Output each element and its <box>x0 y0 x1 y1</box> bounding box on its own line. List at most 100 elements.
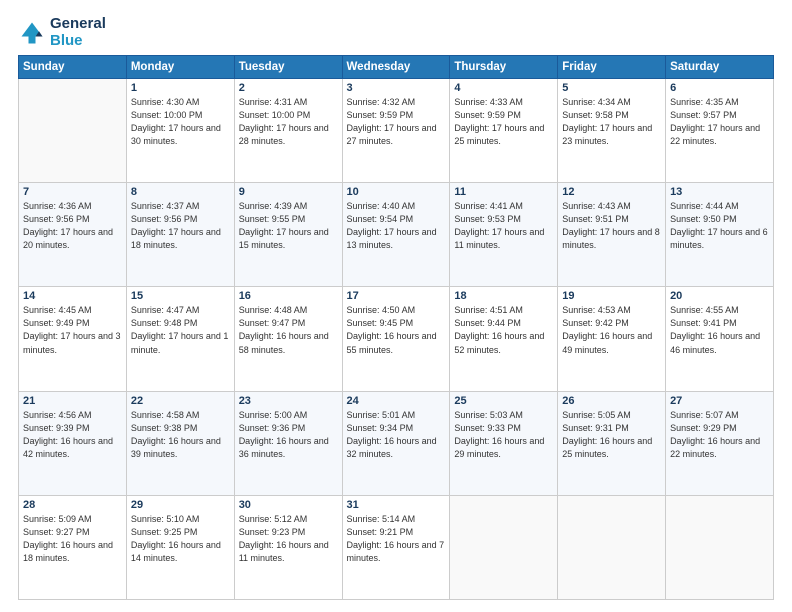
week-row-2: 7 Sunrise: 4:36 AMSunset: 9:56 PMDaylight… <box>19 183 774 287</box>
day-header-wednesday: Wednesday <box>342 56 450 79</box>
week-row-1: 1 Sunrise: 4:30 AMSunset: 10:00 PMDayligh… <box>19 79 774 183</box>
calendar-cell: 7 Sunrise: 4:36 AMSunset: 9:56 PMDaylight… <box>19 183 127 287</box>
calendar-cell: 23 Sunrise: 5:00 AMSunset: 9:36 PMDayligh… <box>234 391 342 495</box>
day-number: 17 <box>347 290 446 302</box>
cell-content: Sunrise: 4:53 AMSunset: 9:42 PMDaylight:… <box>562 304 661 356</box>
day-number: 20 <box>670 290 769 302</box>
day-number: 23 <box>239 395 338 407</box>
calendar-cell <box>666 495 774 599</box>
week-row-5: 28 Sunrise: 5:09 AMSunset: 9:27 PMDayligh… <box>19 495 774 599</box>
cell-content: Sunrise: 5:12 AMSunset: 9:23 PMDaylight:… <box>239 513 338 565</box>
day-number: 16 <box>239 290 338 302</box>
logo: General Blue <box>18 16 106 49</box>
calendar-cell: 24 Sunrise: 5:01 AMSunset: 9:34 PMDayligh… <box>342 391 450 495</box>
day-header-thursday: Thursday <box>450 56 558 79</box>
cell-content: Sunrise: 4:39 AMSunset: 9:55 PMDaylight:… <box>239 200 338 252</box>
cell-content: Sunrise: 4:56 AMSunset: 9:39 PMDaylight:… <box>23 409 122 461</box>
calendar-cell: 11Sunrise: 4:41 AMSunset: 9:53 PMDayligh… <box>450 183 558 287</box>
cell-content: Sunrise: 4:43 AMSunset: 9:51 PMDaylight:… <box>562 200 661 252</box>
calendar-cell: 5 Sunrise: 4:34 AMSunset: 9:58 PMDaylight… <box>558 79 666 183</box>
cell-content: Sunrise: 4:51 AMSunset: 9:44 PMDaylight:… <box>454 304 553 356</box>
calendar-cell: 30Sunrise: 5:12 AMSunset: 9:23 PMDayligh… <box>234 495 342 599</box>
day-number: 22 <box>131 395 230 407</box>
cell-content: Sunrise: 5:01 AMSunset: 9:34 PMDaylight:… <box>347 409 446 461</box>
cell-content: Sunrise: 5:03 AMSunset: 9:33 PMDaylight:… <box>454 409 553 461</box>
day-number: 25 <box>454 395 553 407</box>
cell-content: Sunrise: 4:31 AMSunset: 10:00 PMDaylight… <box>239 96 338 148</box>
day-number: 13 <box>670 186 769 198</box>
day-number: 12 <box>562 186 661 198</box>
calendar-cell: 9Sunrise: 4:39 AMSunset: 9:55 PMDaylight… <box>234 183 342 287</box>
cell-content: Sunrise: 4:41 AMSunset: 9:53 PMDaylight:… <box>454 200 553 252</box>
calendar-cell: 3 Sunrise: 4:32 AMSunset: 9:59 PMDaylight… <box>342 79 450 183</box>
calendar-header-row: SundayMondayTuesdayWednesdayThursdayFrid… <box>19 56 774 79</box>
day-number: 10 <box>347 186 446 198</box>
day-number: 1 <box>131 82 230 94</box>
cell-content: Sunrise: 4:35 AMSunset: 9:57 PMDaylight:… <box>670 96 769 148</box>
day-number: 6 <box>670 82 769 94</box>
calendar-cell: 6 Sunrise: 4:35 AMSunset: 9:57 PMDaylight… <box>666 79 774 183</box>
day-header-friday: Friday <box>558 56 666 79</box>
cell-content: Sunrise: 4:33 AMSunset: 9:59 PMDaylight:… <box>454 96 553 148</box>
calendar-cell: 22 Sunrise: 4:58 AMSunset: 9:38 PMDayligh… <box>126 391 234 495</box>
day-number: 19 <box>562 290 661 302</box>
cell-content: Sunrise: 5:14 AMSunset: 9:21 PMDaylight:… <box>347 513 446 565</box>
calendar-cell: 19 Sunrise: 4:53 AMSunset: 9:42 PMDayligh… <box>558 287 666 391</box>
day-header-saturday: Saturday <box>666 56 774 79</box>
day-number: 2 <box>239 82 338 94</box>
cell-content: Sunrise: 4:47 AMSunset: 9:48 PMDaylight:… <box>131 304 230 356</box>
day-number: 18 <box>454 290 553 302</box>
calendar-cell: 16 Sunrise: 4:48 AMSunset: 9:47 PMDayligh… <box>234 287 342 391</box>
day-number: 7 <box>23 186 122 198</box>
cell-content: Sunrise: 4:44 AMSunset: 9:50 PMDaylight:… <box>670 200 769 252</box>
day-number: 31 <box>347 499 446 511</box>
cell-content: Sunrise: 5:00 AMSunset: 9:36 PMDaylight:… <box>239 409 338 461</box>
calendar-cell: 31 Sunrise: 5:14 AMSunset: 9:21 PMDayligh… <box>342 495 450 599</box>
cell-content: Sunrise: 4:48 AMSunset: 9:47 PMDaylight:… <box>239 304 338 356</box>
day-number: 26 <box>562 395 661 407</box>
cell-content: Sunrise: 4:34 AMSunset: 9:58 PMDaylight:… <box>562 96 661 148</box>
calendar-cell: 14 Sunrise: 4:45 AMSunset: 9:49 PMDayligh… <box>19 287 127 391</box>
cell-content: Sunrise: 4:36 AMSunset: 9:56 PMDaylight:… <box>23 200 122 252</box>
day-number: 24 <box>347 395 446 407</box>
calendar-cell: 27 Sunrise: 5:07 AMSunset: 9:29 PMDayligh… <box>666 391 774 495</box>
day-header-monday: Monday <box>126 56 234 79</box>
day-number: 14 <box>23 290 122 302</box>
cell-content: Sunrise: 4:40 AMSunset: 9:54 PMDaylight:… <box>347 200 446 252</box>
cell-content: Sunrise: 4:58 AMSunset: 9:38 PMDaylight:… <box>131 409 230 461</box>
cell-content: Sunrise: 4:30 AMSunset: 10:00 PMDaylight… <box>131 96 230 148</box>
day-number: 28 <box>23 499 122 511</box>
calendar-cell: 8Sunrise: 4:37 AMSunset: 9:56 PMDaylight… <box>126 183 234 287</box>
day-number: 5 <box>562 82 661 94</box>
cell-content: Sunrise: 5:07 AMSunset: 9:29 PMDaylight:… <box>670 409 769 461</box>
day-number: 8 <box>131 186 230 198</box>
day-number: 21 <box>23 395 122 407</box>
calendar-cell: 29Sunrise: 5:10 AMSunset: 9:25 PMDayligh… <box>126 495 234 599</box>
calendar-cell: 12 Sunrise: 4:43 AMSunset: 9:51 PMDayligh… <box>558 183 666 287</box>
calendar-cell: 4 Sunrise: 4:33 AMSunset: 9:59 PMDaylight… <box>450 79 558 183</box>
calendar-cell: 1 Sunrise: 4:30 AMSunset: 10:00 PMDayligh… <box>126 79 234 183</box>
calendar-cell: 28 Sunrise: 5:09 AMSunset: 9:27 PMDayligh… <box>19 495 127 599</box>
calendar-table: SundayMondayTuesdayWednesdayThursdayFrid… <box>18 55 774 600</box>
cell-content: Sunrise: 4:45 AMSunset: 9:49 PMDaylight:… <box>23 304 122 356</box>
day-number: 27 <box>670 395 769 407</box>
day-number: 4 <box>454 82 553 94</box>
day-number: 3 <box>347 82 446 94</box>
calendar-cell: 18 Sunrise: 4:51 AMSunset: 9:44 PMDayligh… <box>450 287 558 391</box>
day-header-sunday: Sunday <box>19 56 127 79</box>
calendar-cell: 13 Sunrise: 4:44 AMSunset: 9:50 PMDayligh… <box>666 183 774 287</box>
calendar-cell: 17Sunrise: 4:50 AMSunset: 9:45 PMDayligh… <box>342 287 450 391</box>
calendar-cell <box>450 495 558 599</box>
header: General Blue <box>18 16 774 49</box>
calendar-cell: 10 Sunrise: 4:40 AMSunset: 9:54 PMDayligh… <box>342 183 450 287</box>
calendar-cell: 2 Sunrise: 4:31 AMSunset: 10:00 PMDayligh… <box>234 79 342 183</box>
cell-content: Sunrise: 5:09 AMSunset: 9:27 PMDaylight:… <box>23 513 122 565</box>
calendar-cell: 21 Sunrise: 4:56 AMSunset: 9:39 PMDayligh… <box>19 391 127 495</box>
calendar-cell: 20Sunrise: 4:55 AMSunset: 9:41 PMDayligh… <box>666 287 774 391</box>
calendar-cell: 26 Sunrise: 5:05 AMSunset: 9:31 PMDayligh… <box>558 391 666 495</box>
cell-content: Sunrise: 4:32 AMSunset: 9:59 PMDaylight:… <box>347 96 446 148</box>
day-number: 15 <box>131 290 230 302</box>
calendar-cell <box>19 79 127 183</box>
cell-content: Sunrise: 5:05 AMSunset: 9:31 PMDaylight:… <box>562 409 661 461</box>
logo-icon <box>18 19 46 47</box>
